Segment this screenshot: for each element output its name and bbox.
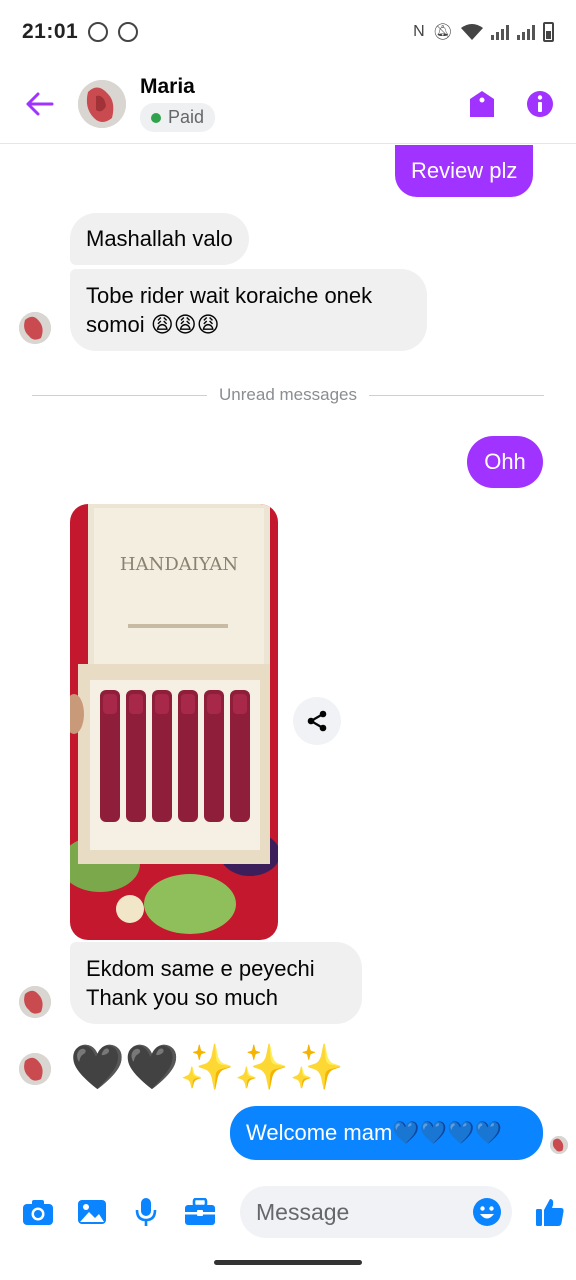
sender-avatar[interactable] — [19, 1053, 51, 1085]
microphone-icon — [135, 1198, 157, 1226]
message-input[interactable] — [256, 1198, 472, 1226]
message-bubble-incoming[interactable]: Ekdom same e peyechi Thank you so much — [70, 942, 362, 1024]
message-text: Welcome mam💙💙💙💙 — [246, 1120, 502, 1145]
emoji-message[interactable]: 🖤🖤✨✨✨ — [70, 1040, 344, 1096]
briefcase-icon — [185, 1198, 215, 1225]
tag-icon — [470, 90, 494, 117]
wifi-icon — [461, 24, 483, 40]
message-bubble-outgoing[interactable]: Welcome mam💙💙💙💙 — [230, 1106, 543, 1160]
divider-label: Unread messages — [219, 385, 357, 404]
share-button[interactable] — [293, 697, 341, 745]
signal-icon — [517, 24, 535, 40]
chat-header: Maria Paid — [0, 64, 576, 144]
message-field[interactable] — [240, 1186, 512, 1238]
business-tools-button[interactable] — [182, 1194, 218, 1230]
message-list[interactable]: Review plz Mashallah valo Tobe rider wai… — [0, 145, 576, 1170]
brand-text: HANDAIYAN — [120, 554, 238, 575]
label-button[interactable] — [466, 88, 498, 120]
message-bubble-outgoing[interactable]: Ohh — [467, 436, 543, 488]
message-bubble-incoming[interactable]: Tobe rider wait koraiche onek somoi 😩😩😩 — [70, 269, 427, 351]
gallery-button[interactable] — [74, 1194, 110, 1230]
status-badge: Paid — [140, 103, 216, 132]
paid-dot — [151, 112, 161, 123]
message-text: Review plz — [411, 158, 518, 183]
status-indicators: N 🔕︎ — [413, 22, 554, 42]
message-text: Mashallah valo — [86, 226, 233, 251]
status-time: 21:01 — [22, 20, 79, 43]
avatar[interactable] — [78, 79, 126, 128]
message-bubble-outgoing[interactable]: Review plz — [395, 145, 534, 197]
message-composer — [0, 1178, 576, 1246]
message-text-line: Thank you so much — [86, 985, 278, 1010]
thumbs-up-icon — [536, 1199, 564, 1226]
photo-message[interactable]: HANDAIYAN — [70, 504, 278, 940]
message-text-line: Tobe rider wait koraiche onek — [86, 283, 373, 308]
lipstick-box-photo: HANDAIYAN — [70, 504, 278, 940]
message-text: Ohh — [484, 449, 526, 474]
signal-icon — [491, 24, 509, 40]
arrow-left-icon — [26, 92, 54, 115]
contact-name: Maria — [140, 75, 195, 98]
like-button[interactable] — [532, 1194, 568, 1230]
navigation-handle[interactable] — [214, 1260, 362, 1265]
mute-icon: 🔕︎ — [432, 24, 453, 41]
sender-avatar[interactable] — [19, 312, 51, 344]
messenger-icon — [118, 22, 139, 42]
seen-avatar — [550, 1136, 568, 1154]
info-button[interactable] — [524, 88, 556, 120]
contact-info[interactable]: Maria Paid — [140, 75, 216, 132]
message-text-line: Ekdom same e peyechi — [86, 956, 315, 981]
whatsapp-icon — [88, 22, 109, 42]
voice-button[interactable] — [128, 1194, 164, 1230]
image-icon — [78, 1200, 106, 1224]
sender-avatar[interactable] — [19, 986, 51, 1018]
nfc-icon: N — [413, 23, 425, 40]
back-button[interactable] — [20, 84, 60, 124]
message-text-line: somoi 😩😩😩 — [86, 312, 220, 337]
message-text: 🖤🖤✨✨✨ — [70, 1042, 344, 1093]
unread-divider: Unread messages — [32, 385, 544, 405]
status-bar: 21:01 N 🔕︎ — [0, 0, 576, 64]
battery-icon — [543, 22, 554, 42]
info-icon — [527, 90, 553, 117]
camera-icon — [23, 1200, 53, 1225]
badge-label: Paid — [168, 107, 205, 127]
camera-button[interactable] — [20, 1194, 56, 1230]
message-bubble-incoming[interactable]: Mashallah valo — [70, 213, 249, 265]
emoji-icon[interactable] — [472, 1197, 502, 1227]
share-icon — [307, 710, 327, 732]
